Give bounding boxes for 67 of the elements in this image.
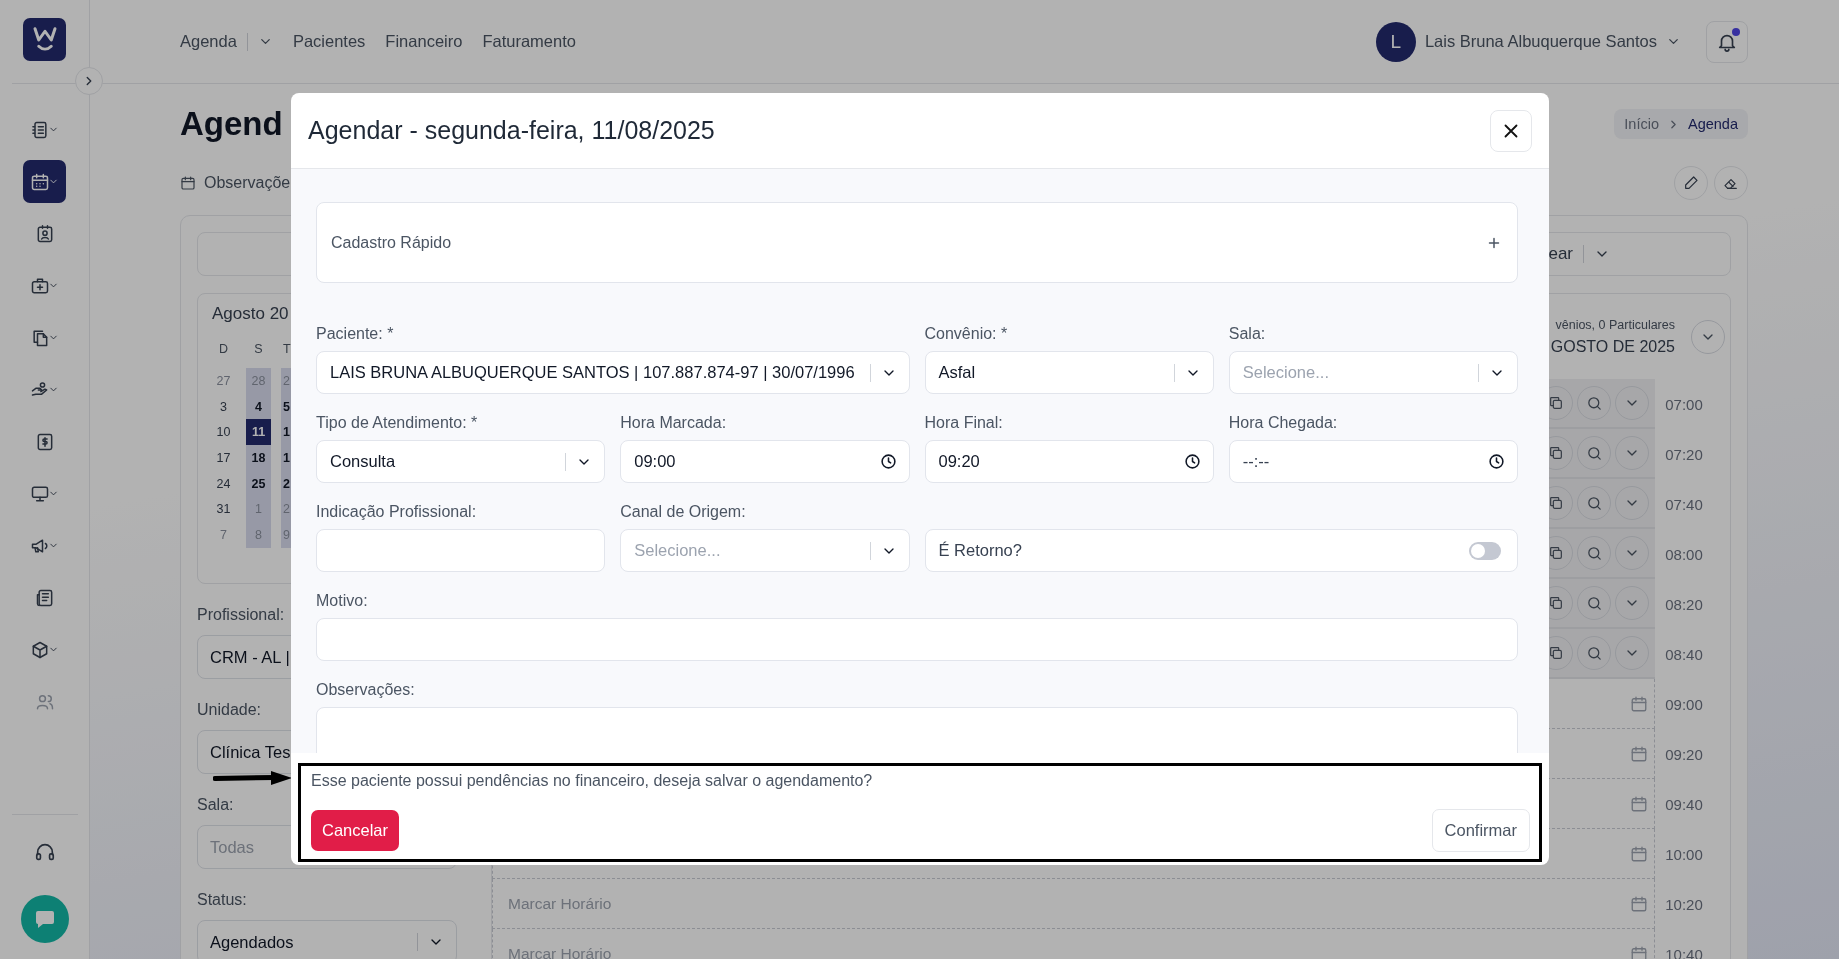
avatar[interactable]: L bbox=[1375, 21, 1416, 62]
slot-label: Marcar Horário bbox=[508, 944, 612, 959]
time-label: 09:20 bbox=[1664, 744, 1704, 765]
user-name[interactable]: Lais Bruna Albuquerque Santos bbox=[1424, 32, 1657, 51]
page-title: Agend bbox=[180, 105, 283, 143]
calendar-day[interactable]: 31 bbox=[211, 496, 236, 523]
time-label: 07:40 bbox=[1664, 494, 1704, 515]
nav-link[interactable]: Financeiro bbox=[385, 32, 463, 51]
time-label: 10:00 bbox=[1664, 844, 1704, 865]
time-label: 09:00 bbox=[1664, 694, 1704, 715]
calendar-title: Agosto 20 bbox=[212, 304, 290, 324]
toggle-label: É Retorno? bbox=[938, 541, 1023, 560]
confirm-button[interactable]: Confirmar bbox=[1431, 809, 1530, 852]
time-label: 08:40 bbox=[1664, 644, 1704, 665]
time-label: 08:20 bbox=[1664, 594, 1704, 615]
calendar-day[interactable]: 10 bbox=[211, 419, 236, 446]
field-label: Unidade: bbox=[197, 700, 263, 720]
calendar-day[interactable]: 4 bbox=[246, 393, 271, 420]
dialog-title: Agendar - segunda-feira, 11/08/2025 bbox=[308, 116, 715, 145]
summary-text: vênios, 0 Particulares bbox=[1555, 317, 1675, 332]
weekday-label: D bbox=[218, 341, 229, 358]
select-field[interactable]: Asfal bbox=[924, 351, 1214, 394]
time-label: 07:20 bbox=[1664, 444, 1704, 465]
nav-link[interactable]: Faturamento bbox=[482, 32, 576, 51]
time-field[interactable]: 09:00 bbox=[620, 440, 910, 483]
breadcrumb-link[interactable]: Agenda bbox=[1688, 116, 1738, 132]
calendar-day[interactable]: 11 bbox=[246, 419, 271, 446]
month-title: GOSTO DE 2025 bbox=[1550, 337, 1675, 356]
field-label: Sala: bbox=[1228, 324, 1267, 344]
calendar-day[interactable]: 24 bbox=[211, 470, 236, 497]
weekday-label: S bbox=[253, 341, 264, 358]
nav-link[interactable]: Pacientes bbox=[292, 32, 366, 51]
field-label: Motivo: bbox=[316, 591, 369, 611]
field-label: Hora Marcada: bbox=[620, 413, 728, 433]
breadcrumb-link[interactable]: Início bbox=[1624, 116, 1659, 132]
notes-label[interactable]: Observaçõe bbox=[204, 174, 291, 192]
field-label: Convênio: * bbox=[924, 324, 1009, 344]
time-label: 10:40 bbox=[1664, 944, 1704, 959]
field-label: Hora Chegada: bbox=[1228, 413, 1339, 433]
select-field[interactable]: LAIS BRUNA ALBUQUERQUE SANTOS | 107.887.874-97 | 30/07/1996 bbox=[316, 351, 910, 394]
field-label: Tipo de Atendimento: * bbox=[316, 413, 479, 433]
time-label: 07:00 bbox=[1664, 394, 1704, 415]
warning-message: Esse paciente possui pendências no financeiro, deseja salvar o agendamento? bbox=[311, 772, 874, 790]
field-label: Observações: bbox=[316, 680, 416, 700]
time-label: 09:40 bbox=[1664, 794, 1704, 815]
select-field[interactable]: Consulta bbox=[316, 440, 606, 483]
slot-label: Marcar Horário bbox=[508, 894, 612, 913]
field-label: Paciente: * bbox=[316, 324, 395, 344]
time-label: 10:20 bbox=[1664, 894, 1704, 915]
calendar-day[interactable]: 3 bbox=[211, 393, 236, 420]
field-label: Profissional: bbox=[197, 605, 286, 625]
field-label: Indicação Profissional: bbox=[316, 502, 478, 522]
calendar-day[interactable]: 17 bbox=[211, 445, 236, 471]
field-label: Canal de Origem: bbox=[620, 502, 747, 522]
time-field[interactable]: --:-- bbox=[1228, 440, 1518, 483]
select-field[interactable]: Agendados bbox=[197, 920, 457, 959]
field-label: Status: bbox=[197, 890, 248, 910]
nav-link[interactable]: Agenda bbox=[180, 32, 237, 51]
field-label: Sala: bbox=[197, 795, 235, 815]
field-label: Hora Final: bbox=[924, 413, 1004, 433]
calendar-day[interactable]: 18 bbox=[246, 445, 271, 471]
cancel-button[interactable]: Cancelar bbox=[311, 810, 400, 851]
weekday-label: T bbox=[282, 341, 292, 358]
time-label: 08:00 bbox=[1664, 544, 1704, 565]
calendar-day[interactable]: 25 bbox=[246, 470, 271, 497]
time-field[interactable]: 09:20 bbox=[924, 440, 1214, 483]
quick-register-bar[interactable]: Cadastro Rápido bbox=[316, 202, 1518, 283]
